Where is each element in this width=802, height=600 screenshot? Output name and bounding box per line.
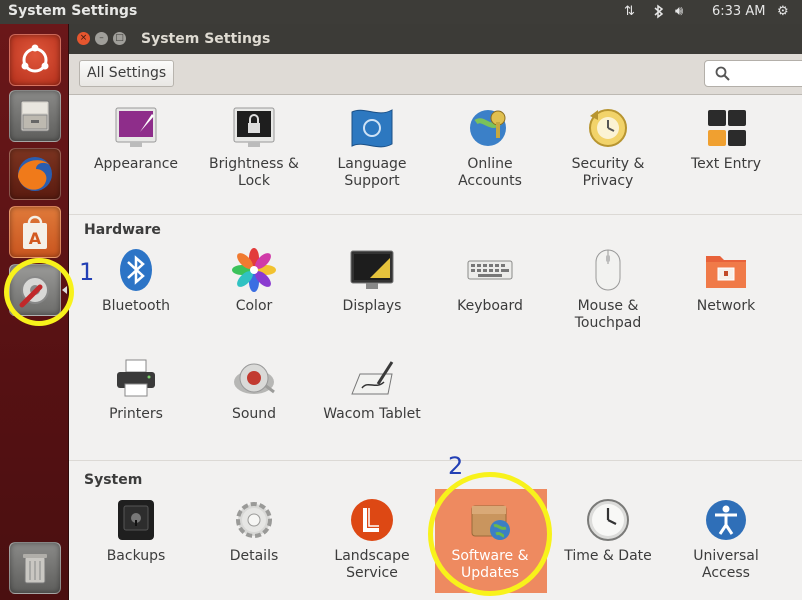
ubuntu-dash-icon[interactable] bbox=[9, 34, 61, 86]
universal-access-icon bbox=[702, 496, 750, 544]
color-icon bbox=[230, 246, 278, 294]
setting-backups[interactable]: Backups bbox=[77, 496, 195, 565]
section-hardware-heading: Hardware bbox=[84, 222, 161, 238]
setting-label: Color bbox=[235, 298, 273, 314]
setting-label: Text Entry bbox=[690, 156, 761, 172]
step-number-1: 1 bbox=[79, 258, 95, 286]
window-title: System Settings bbox=[141, 31, 271, 47]
top-panel-title: System Settings bbox=[8, 3, 138, 19]
bluetooth-icon[interactable] bbox=[653, 4, 665, 23]
top-panel: System Settings ⇅ 🔊︎ 6:33 AM ⚙ bbox=[0, 0, 802, 24]
highlight-ring-step-1 bbox=[4, 258, 74, 326]
setting-label: Brightness & Lock bbox=[209, 156, 299, 189]
setting-color[interactable]: Color bbox=[195, 246, 313, 315]
setting-label: Displays bbox=[342, 298, 402, 314]
setting-label: Online Accounts bbox=[458, 156, 522, 189]
setting-label: Language Support bbox=[337, 156, 407, 189]
setting-universal-access[interactable]: Universal Access bbox=[667, 496, 785, 582]
wacom-tablet-icon bbox=[348, 354, 396, 402]
power-gear-icon[interactable]: ⚙ bbox=[777, 4, 789, 19]
setting-text-entry[interactable]: Text Entry bbox=[667, 104, 785, 173]
svg-text:A: A bbox=[29, 229, 42, 248]
setting-label: Details bbox=[229, 548, 279, 564]
search-icon bbox=[715, 66, 730, 81]
setting-label: Appearance bbox=[93, 156, 179, 172]
details-icon bbox=[230, 496, 278, 544]
separator bbox=[69, 460, 802, 461]
window-titlebar: × – □ System Settings bbox=[69, 24, 802, 54]
backups-icon bbox=[112, 496, 160, 544]
files-icon[interactable] bbox=[9, 90, 61, 142]
setting-printers[interactable]: Printers bbox=[77, 354, 195, 423]
setting-label: Printers bbox=[109, 406, 163, 422]
setting-label: Mouse & Touchpad bbox=[574, 298, 642, 331]
setting-label: Landscape Service bbox=[334, 548, 410, 581]
setting-label: Keyboard bbox=[457, 298, 523, 314]
setting-label: Sound bbox=[231, 406, 277, 422]
sound-icon bbox=[230, 354, 278, 402]
setting-landscape-service[interactable]: Landscape Service bbox=[313, 496, 431, 582]
software-center-icon[interactable]: A bbox=[9, 206, 61, 258]
setting-online-accounts[interactable]: Online Accounts bbox=[431, 104, 549, 190]
setting-details[interactable]: Details bbox=[195, 496, 313, 565]
close-icon[interactable]: × bbox=[77, 32, 90, 45]
setting-sound[interactable]: Sound bbox=[195, 354, 313, 423]
clock-text[interactable]: 6:33 AM bbox=[712, 4, 765, 19]
setting-wacom-tablet[interactable]: Wacom Tablet bbox=[313, 354, 431, 423]
setting-time-date[interactable]: Time & Date bbox=[549, 496, 667, 565]
setting-label: Network bbox=[696, 298, 756, 314]
maximize-icon[interactable]: □ bbox=[113, 32, 126, 45]
setting-mouse-touchpad[interactable]: Mouse & Touchpad bbox=[549, 246, 667, 332]
separator bbox=[69, 214, 802, 215]
setting-appearance[interactable]: Appearance bbox=[77, 104, 195, 173]
minimize-icon[interactable]: – bbox=[95, 32, 108, 45]
firefox-icon[interactable] bbox=[9, 148, 61, 200]
bluetooth-icon bbox=[112, 246, 160, 294]
setting-language-support[interactable]: Language Support bbox=[313, 104, 431, 190]
setting-label: Universal Access bbox=[693, 548, 759, 581]
search-input[interactable] bbox=[704, 60, 802, 87]
setting-label: Security & Privacy bbox=[571, 156, 645, 189]
clock-icon bbox=[584, 496, 632, 544]
mouse-icon bbox=[584, 246, 632, 294]
setting-label: Wacom Tablet bbox=[323, 406, 421, 422]
online-accounts-icon bbox=[466, 104, 514, 152]
setting-bluetooth[interactable]: Bluetooth bbox=[77, 246, 195, 315]
trash-icon[interactable] bbox=[9, 542, 61, 594]
language-support-icon bbox=[348, 104, 396, 152]
landscape-icon bbox=[348, 496, 396, 544]
text-entry-icon bbox=[702, 104, 750, 152]
setting-security-privacy[interactable]: Security & Privacy bbox=[549, 104, 667, 190]
highlight-ring-step-2 bbox=[428, 472, 552, 596]
setting-displays[interactable]: Displays bbox=[313, 246, 431, 315]
keyboard-icon bbox=[466, 246, 514, 294]
displays-icon bbox=[348, 246, 396, 294]
setting-label: Bluetooth bbox=[102, 298, 170, 314]
step-number-2: 2 bbox=[448, 452, 464, 480]
setting-label: Backups bbox=[106, 548, 166, 564]
setting-label: Time & Date bbox=[564, 548, 652, 564]
setting-network[interactable]: Network bbox=[667, 246, 785, 315]
printer-icon bbox=[112, 354, 160, 402]
network-icon bbox=[702, 246, 750, 294]
security-privacy-icon bbox=[584, 104, 632, 152]
toolbar: All Settings bbox=[69, 54, 802, 95]
appearance-icon bbox=[112, 104, 160, 152]
section-system-heading: System bbox=[84, 472, 143, 488]
all-settings-button[interactable]: All Settings bbox=[79, 60, 175, 87]
volume-icon[interactable]: 🔊︎ bbox=[675, 4, 683, 19]
search-field[interactable] bbox=[735, 64, 802, 81]
network-transfer-icon[interactable]: ⇅ bbox=[624, 4, 635, 19]
setting-brightness-lock[interactable]: Brightness & Lock bbox=[195, 104, 313, 190]
brightness-lock-icon bbox=[230, 104, 278, 152]
setting-keyboard[interactable]: Keyboard bbox=[431, 246, 549, 315]
